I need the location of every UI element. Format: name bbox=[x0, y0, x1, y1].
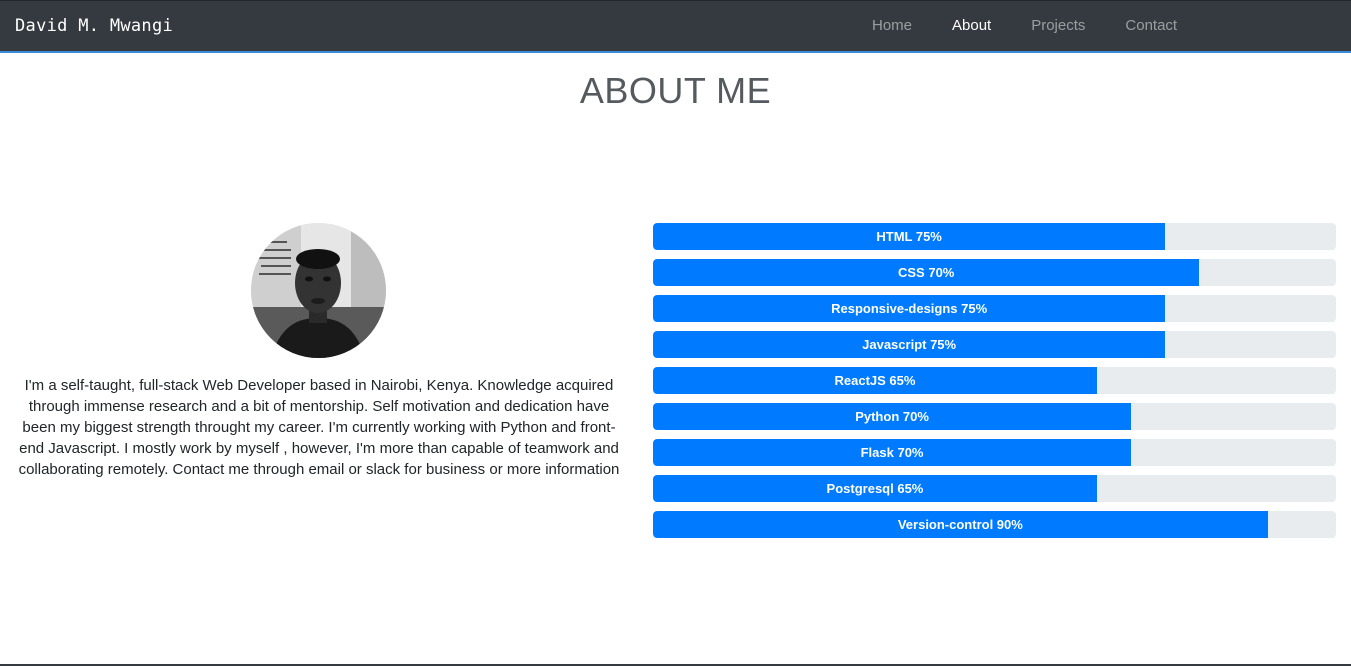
profile-photo-icon bbox=[251, 223, 386, 358]
progress-track: Responsive-designs 75% bbox=[653, 295, 1336, 322]
progress-track: Flask 70% bbox=[653, 439, 1336, 466]
nav-link-projects[interactable]: Projects bbox=[1011, 17, 1105, 35]
brand-link[interactable]: David M. Mwangi bbox=[15, 16, 173, 36]
progress-track: Javascript 75% bbox=[653, 331, 1336, 358]
nav-links: Home About Projects Contact bbox=[852, 17, 1197, 35]
skill-bar-python: Python 70% bbox=[653, 403, 1132, 430]
skill-bar-css: CSS 70% bbox=[653, 259, 1200, 286]
skill-bar-version-control: Version-control 90% bbox=[653, 511, 1268, 538]
nav-link-about[interactable]: About bbox=[932, 17, 1011, 35]
profile-avatar bbox=[251, 223, 386, 358]
navbar: David M. Mwangi Home About Projects Cont… bbox=[0, 0, 1351, 53]
skill-bar-responsive-designs: Responsive-designs 75% bbox=[653, 295, 1166, 322]
progress-track: Python 70% bbox=[653, 403, 1336, 430]
progress-track: ReactJS 65% bbox=[653, 367, 1336, 394]
progress-track: CSS 70% bbox=[653, 259, 1336, 286]
skill-bar-reactjs: ReactJS 65% bbox=[653, 367, 1097, 394]
about-bio-text: I'm a self-taught, full-stack Web Develo… bbox=[18, 377, 620, 478]
skills-list: HTML 75% CSS 70% Responsive-designs 75% … bbox=[653, 223, 1336, 547]
progress-track: Postgresql 65% bbox=[653, 475, 1336, 502]
skill-bar-flask: Flask 70% bbox=[653, 439, 1132, 466]
skill-bar-javascript: Javascript 75% bbox=[653, 331, 1166, 358]
progress-track: Version-control 90% bbox=[653, 511, 1336, 538]
skill-bar-html: HTML 75% bbox=[653, 223, 1166, 250]
nav-link-home[interactable]: Home bbox=[852, 17, 932, 35]
skill-bar-postgresql: Postgresql 65% bbox=[653, 475, 1097, 502]
progress-track: HTML 75% bbox=[653, 223, 1336, 250]
page-title: ABOUT ME bbox=[579, 70, 772, 111]
nav-link-contact[interactable]: Contact bbox=[1105, 17, 1197, 35]
